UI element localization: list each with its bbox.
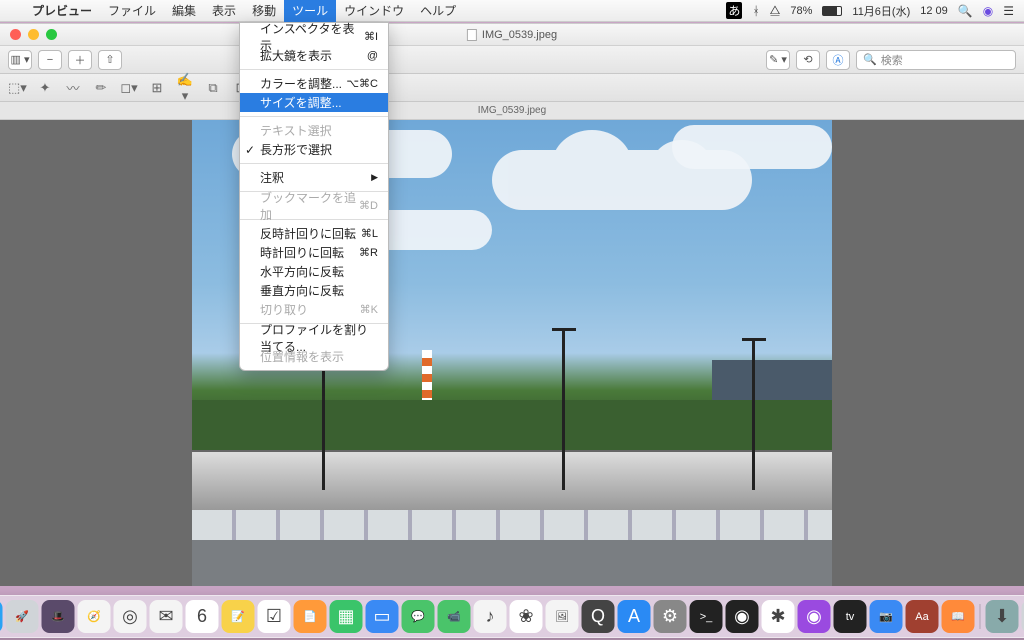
search-input[interactable]: 🔍 検索 bbox=[856, 50, 1016, 70]
sketch-tool[interactable]: 〰 bbox=[64, 78, 82, 97]
dock-app-appstore[interactable]: A bbox=[618, 600, 651, 633]
menu-item-カラーを調整...[interactable]: カラーを調整...⌥⌘C bbox=[240, 74, 388, 93]
menu-item-拡大鏡を表示[interactable]: 拡大鏡を表示@ bbox=[240, 46, 388, 65]
dock-app-photos[interactable]: ❀ bbox=[510, 600, 543, 633]
menu-item-テキスト選択: テキスト選択 bbox=[240, 121, 388, 140]
document-title: IMG_0539.jpeg bbox=[0, 102, 1024, 120]
markup-button[interactable]: Ⓐ bbox=[826, 50, 850, 70]
spotlight-icon[interactable]: 🔍 bbox=[958, 4, 973, 18]
menu-item-切り取り: 切り取り⌘K bbox=[240, 300, 388, 319]
rotate-button[interactable]: ⟲ bbox=[796, 50, 820, 70]
dock: ☻🚀🎩🧭◎✉6📝☑📄▦▭💬📹♪❀🖼QA⚙>_◉✱◉tv📷Aa📖⬇🗑 bbox=[0, 595, 1024, 638]
titlebar: IMG_0539.jpeg bbox=[0, 24, 1024, 46]
dock-app-zoom[interactable]: 📷 bbox=[870, 600, 903, 633]
sidebar-toggle-button[interactable]: ▥ ▾ bbox=[8, 50, 32, 70]
zoom-in-button[interactable]: ＋ bbox=[68, 50, 92, 70]
menu-go[interactable]: 移動 bbox=[244, 0, 284, 22]
menubar-date[interactable]: 11月6日(水) bbox=[852, 3, 910, 19]
menu-view[interactable]: 表示 bbox=[204, 0, 244, 22]
menu-tools[interactable]: ツール bbox=[284, 0, 336, 22]
adjust-color-tool[interactable]: ⧉ bbox=[204, 80, 222, 96]
dock-downloads[interactable]: ⬇ bbox=[986, 600, 1019, 633]
dock-app-facetime[interactable]: 📹 bbox=[438, 600, 471, 633]
menu-item-プロファイルを割り当てる...[interactable]: プロファイルを割り当てる... bbox=[240, 328, 388, 347]
dock-app-quicktime[interactable]: Q bbox=[582, 600, 615, 633]
dock-app-terminal[interactable]: >_ bbox=[690, 600, 723, 633]
menu-item-位置情報を表示: 位置情報を表示 bbox=[240, 347, 388, 366]
dock-app-mail[interactable]: ✉ bbox=[150, 600, 183, 633]
menu-item-ブックマークを追加: ブックマークを追加⌘D bbox=[240, 196, 388, 215]
dock-app-numbers[interactable]: ▦ bbox=[330, 600, 363, 633]
menu-help[interactable]: ヘルプ bbox=[412, 0, 464, 22]
wifi-icon[interactable]: ⧋ bbox=[770, 3, 781, 18]
dock-app-podcasts[interactable]: ◉ bbox=[798, 600, 831, 633]
draw-tool[interactable]: ✏ bbox=[92, 80, 110, 96]
dock-app-dictionary[interactable]: Aa bbox=[906, 600, 939, 633]
dock-app-finder[interactable]: ☻ bbox=[0, 600, 3, 633]
search-icon: 🔍 bbox=[863, 53, 877, 66]
toolbar: ▥ ▾ − ＋ ⇧ ✎ ▾ ⟲ Ⓐ 🔍 検索 bbox=[0, 46, 1024, 74]
sign-tool[interactable]: ✍▾ bbox=[176, 72, 194, 104]
dock-app-messages[interactable]: 💬 bbox=[402, 600, 435, 633]
highlight-button[interactable]: ✎ ▾ bbox=[766, 50, 790, 70]
zoom-out-button[interactable]: − bbox=[38, 50, 62, 70]
bluetooth-icon[interactable]: ᚼ bbox=[752, 4, 759, 18]
window-title: IMG_0539.jpeg bbox=[467, 29, 557, 41]
dock-app-safari[interactable]: 🧭 bbox=[78, 600, 111, 633]
notification-center-icon[interactable]: ☰ bbox=[1003, 4, 1014, 18]
dock-app-launchpad[interactable]: 🚀 bbox=[6, 600, 39, 633]
zoom-button[interactable] bbox=[46, 29, 57, 40]
dock-app-appletv[interactable]: tv bbox=[834, 600, 867, 633]
markup-toolbar: ⬚▾ ✦ 〰 ✏ ◻▾ ⊞ ✍▾ ⧉ ⊡ bbox=[0, 74, 1024, 102]
dock-app-siri[interactable]: ◉ bbox=[726, 600, 759, 633]
dock-app-chrome[interactable]: ◎ bbox=[114, 600, 147, 633]
menu-item-注釈[interactable]: 注釈▶ bbox=[240, 168, 388, 187]
input-method-icon[interactable]: あ bbox=[726, 2, 742, 19]
menubar-time[interactable]: 12 09 bbox=[920, 5, 948, 17]
battery-icon bbox=[822, 6, 842, 16]
siri-icon[interactable]: ◉ bbox=[983, 4, 993, 18]
instant-alpha-tool[interactable]: ✦ bbox=[36, 80, 54, 96]
menu-item-長方形で選択[interactable]: ✓長方形で選択 bbox=[240, 140, 388, 159]
menu-item-水平方向に反転[interactable]: 水平方向に反転 bbox=[240, 262, 388, 281]
dock-app-calendar[interactable]: 6 bbox=[186, 600, 219, 633]
dock-app-pages[interactable]: 📄 bbox=[294, 600, 327, 633]
menubar: プレビュー ファイル 編集 表示 移動 ツール ウインドウ ヘルプ あ ᚼ ⧋ … bbox=[0, 0, 1024, 22]
dock-app-keynote[interactable]: ▭ bbox=[366, 600, 399, 633]
file-icon bbox=[467, 29, 477, 41]
app-name[interactable]: プレビュー bbox=[24, 2, 100, 19]
dock-app-reminders[interactable]: ☑ bbox=[258, 600, 291, 633]
tools-dropdown: インスペクタを表示⌘I拡大鏡を表示@ カラーを調整...⌥⌘Cサイズを調整... テ… bbox=[239, 22, 389, 371]
dock-app-systemprefs[interactable]: ⚙ bbox=[654, 600, 687, 633]
menu-item-サイズを調整...[interactable]: サイズを調整... bbox=[240, 93, 388, 112]
menu-window[interactable]: ウインドウ bbox=[336, 0, 412, 22]
dock-app-preview[interactable]: 🖼 bbox=[546, 600, 579, 633]
selection-tool[interactable]: ⬚▾ bbox=[8, 80, 26, 96]
menu-item-時計回りに回転[interactable]: 時計回りに回転⌘R bbox=[240, 243, 388, 262]
dock-app-notes[interactable]: 📝 bbox=[222, 600, 255, 633]
text-tool[interactable]: ⊞ bbox=[148, 80, 166, 96]
dock-app-slack[interactable]: ✱ bbox=[762, 600, 795, 633]
preview-window: IMG_0539.jpeg ▥ ▾ − ＋ ⇧ ✎ ▾ ⟲ Ⓐ 🔍 検索 ⬚▾ … bbox=[0, 23, 1024, 586]
dock-app-books[interactable]: 📖 bbox=[942, 600, 975, 633]
menu-item-インスペクタを表示[interactable]: インスペクタを表示⌘I bbox=[240, 27, 388, 46]
close-button[interactable] bbox=[10, 29, 21, 40]
dock-app-alfred[interactable]: 🎩 bbox=[42, 600, 75, 633]
menu-item-垂直方向に反転[interactable]: 垂直方向に反転 bbox=[240, 281, 388, 300]
menu-edit[interactable]: 編集 bbox=[164, 0, 204, 22]
canvas-area[interactable] bbox=[0, 120, 1024, 586]
battery-percent[interactable]: 78% bbox=[790, 5, 812, 17]
menu-item-反時計回りに回転[interactable]: 反時計回りに回転⌘L bbox=[240, 224, 388, 243]
minimize-button[interactable] bbox=[28, 29, 39, 40]
share-button[interactable]: ⇧ bbox=[98, 50, 122, 70]
menu-file[interactable]: ファイル bbox=[100, 0, 164, 22]
shapes-tool[interactable]: ◻▾ bbox=[120, 80, 138, 96]
dock-app-itunes[interactable]: ♪ bbox=[474, 600, 507, 633]
